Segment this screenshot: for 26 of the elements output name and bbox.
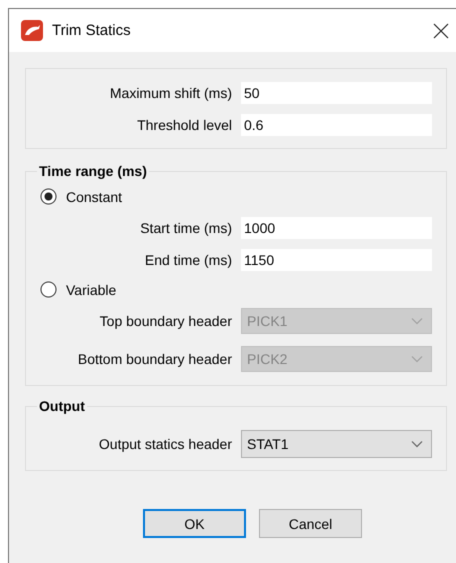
dialog-button[interactable]: Cancel (259, 509, 362, 538)
input-field[interactable]: 1000 (241, 217, 432, 239)
chevron-down-icon (411, 317, 423, 325)
field-label: Top boundary header (100, 313, 232, 329)
radio-button[interactable] (40, 281, 57, 298)
field-label: Output statics header (98, 436, 232, 452)
field-label: End time (ms) (144, 252, 232, 268)
field-label: Maximum shift (ms) (110, 85, 232, 101)
chevron-down-icon (411, 355, 423, 363)
window-title: Trim Statics (52, 22, 131, 39)
dialog-button[interactable]: OK (143, 509, 246, 538)
input-field[interactable]: 1150 (241, 249, 432, 271)
radio-label[interactable]: Variable (66, 282, 116, 298)
close-icon[interactable] (433, 22, 449, 38)
input-field[interactable]: 0.6 (241, 114, 432, 136)
dropdown[interactable]: STAT1 (241, 430, 432, 458)
group-title: Time range (ms) (38, 163, 148, 179)
field-label: Threshold level (137, 117, 232, 133)
chevron-down-icon (411, 440, 423, 448)
radio-button[interactable] (40, 188, 57, 205)
fish-icon (21, 20, 43, 41)
radio-label[interactable]: Constant (66, 188, 122, 204)
input-field[interactable]: 50 (241, 82, 432, 104)
field-label: Start time (ms) (140, 220, 232, 236)
group-title: Output (38, 398, 86, 414)
field-label: Bottom boundary header (78, 351, 232, 367)
